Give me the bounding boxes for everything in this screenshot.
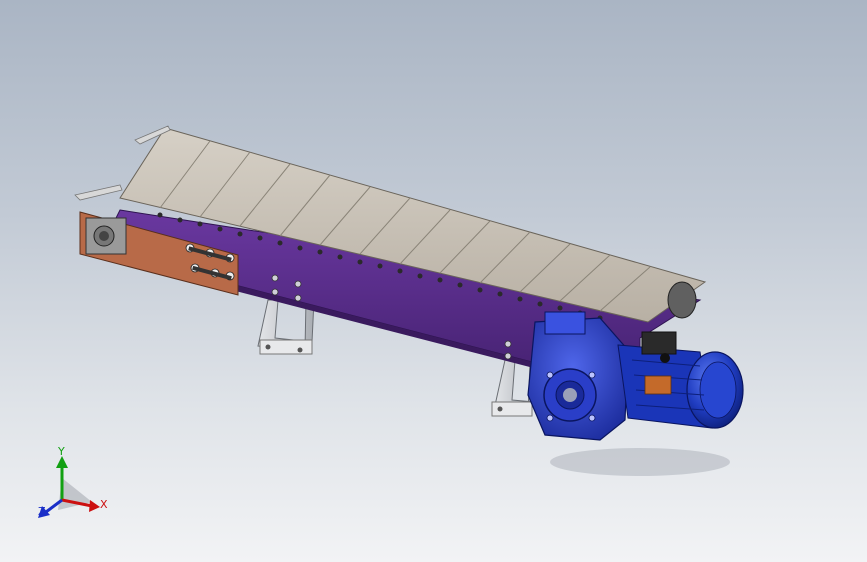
graphics-viewport[interactable]: Y X Z <box>0 0 867 562</box>
motor-nameplate <box>644 375 672 395</box>
coordinate-triad[interactable]: Y X Z <box>38 445 108 518</box>
triad-x-arrow-icon <box>89 500 100 512</box>
triad-y-label: Y <box>57 445 65 458</box>
motor-terminal-box <box>641 331 677 355</box>
conveyor-model-scene[interactable]: Y X Z <box>0 0 867 562</box>
head-drum <box>667 281 697 319</box>
guard-rail-front <box>74 184 123 201</box>
triad-z-label: Z <box>38 505 46 518</box>
electric-motor[interactable] <box>617 331 744 429</box>
ground-shadow <box>550 448 730 476</box>
triad-x-label: X <box>100 498 108 511</box>
